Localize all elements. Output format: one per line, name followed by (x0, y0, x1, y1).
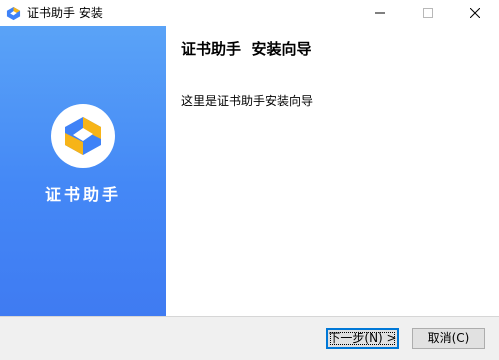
next-button[interactable]: 下一步(N) > (326, 328, 399, 349)
minimize-button[interactable] (357, 0, 403, 26)
sidebar-app-name: 证书助手 (44, 185, 121, 204)
sidebar-banner: 证书助手 (0, 26, 166, 316)
cancel-button-label: 取消(C) (427, 331, 470, 345)
close-icon (470, 8, 480, 18)
wizard-content: 证书助手 安装向导 这里是证书助手安装向导 (166, 26, 499, 316)
title-bar: 证书助手 安装 (0, 0, 499, 26)
app-logo-icon (51, 104, 115, 168)
maximize-icon (423, 8, 433, 18)
app-logo-icon (6, 6, 21, 21)
cancel-button[interactable]: 取消(C) (412, 328, 485, 349)
window-title: 证书助手 安装 (27, 6, 103, 20)
maximize-button (405, 0, 451, 26)
page-title: 证书助手 安装向导 (181, 40, 312, 58)
minimize-icon (375, 12, 385, 14)
next-button-label: 下一步(N) > (328, 331, 397, 345)
page-description: 这里是证书助手安装向导 (181, 94, 314, 108)
close-button[interactable] (452, 0, 498, 26)
